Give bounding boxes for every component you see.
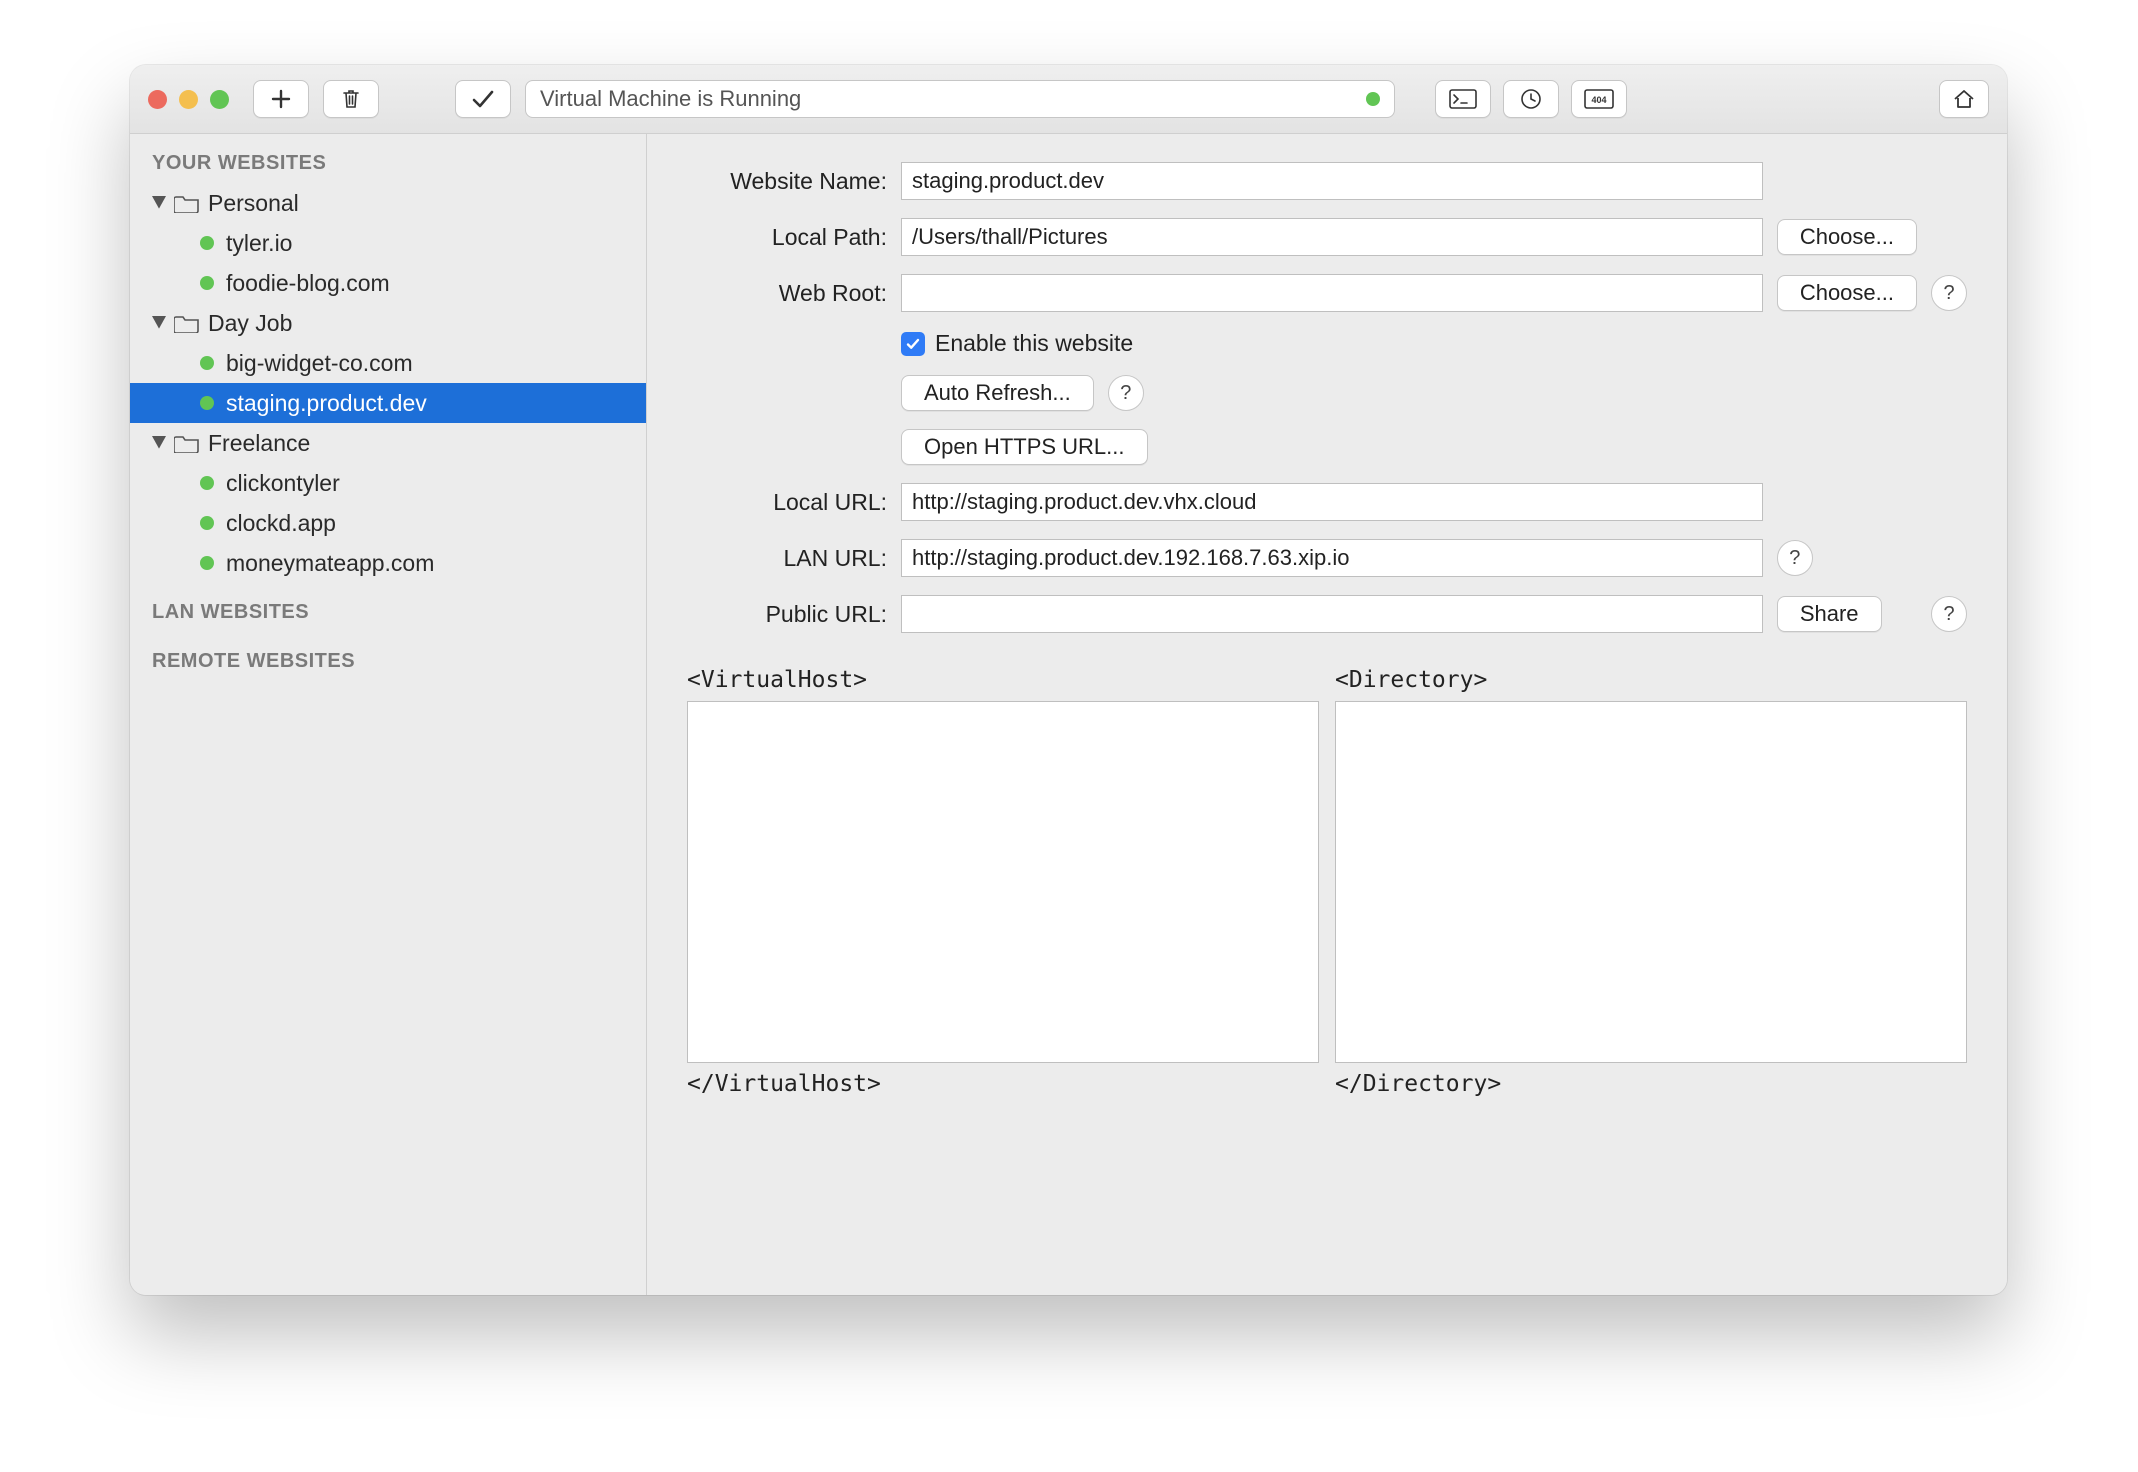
checkmark-icon xyxy=(905,336,921,352)
site-status-dot-icon xyxy=(200,356,214,370)
sidebar-folder-label: Day Job xyxy=(208,310,292,337)
sidebar: YOUR WEBSITES Personal tyler.io foodie-b… xyxy=(130,134,647,1295)
vm-status-indicator-icon xyxy=(1366,92,1380,106)
disclosure-triangle-icon xyxy=(152,436,166,450)
sidebar-folder-label: Personal xyxy=(208,190,299,217)
choose-local-path-button[interactable]: Choose... xyxy=(1777,219,1917,255)
titlebar: Virtual Machine is Running 404 xyxy=(130,65,2007,134)
enable-website-label: Enable this website xyxy=(935,330,1133,357)
label-public-url: Public URL: xyxy=(687,601,887,628)
sidebar-site-foodie-blog[interactable]: foodie-blog.com xyxy=(130,263,646,303)
site-status-dot-icon xyxy=(200,276,214,290)
virtualhost-open-tag: <VirtualHost> xyxy=(687,667,1319,693)
disclosure-triangle-icon xyxy=(152,316,166,330)
folder-icon xyxy=(174,433,200,453)
vm-status-text: Virtual Machine is Running xyxy=(540,86,801,112)
sidebar-site-label: tyler.io xyxy=(226,230,292,257)
404-page-icon: 404 xyxy=(1584,89,1614,109)
lan-url-input[interactable] xyxy=(901,539,1763,577)
toolbar-right-group: 404 xyxy=(1435,80,1627,118)
sidebar-site-label: foodie-blog.com xyxy=(226,270,390,297)
main-panel: Website Name: Local Path: Choose... Web … xyxy=(647,134,2007,1295)
apply-button[interactable] xyxy=(455,80,511,118)
plus-icon xyxy=(271,89,291,109)
app-window: Virtual Machine is Running 404 xyxy=(130,65,2007,1295)
sidebar-section-lan-websites: LAN WEBSITES xyxy=(130,583,646,632)
zoom-window-button[interactable] xyxy=(210,90,229,109)
choose-web-root-button[interactable]: Choose... xyxy=(1777,275,1917,311)
sidebar-section-remote-websites: REMOTE WEBSITES xyxy=(130,632,646,681)
home-icon xyxy=(1952,88,1976,110)
local-path-input[interactable] xyxy=(901,218,1763,256)
site-status-dot-icon xyxy=(200,236,214,250)
svg-text:404: 404 xyxy=(1591,95,1606,105)
sidebar-section-your-websites: YOUR WEBSITES xyxy=(130,134,646,183)
share-button[interactable]: Share xyxy=(1777,596,1882,632)
auto-refresh-button[interactable]: Auto Refresh... xyxy=(901,375,1094,411)
web-root-help-button[interactable]: ? xyxy=(1931,275,1967,311)
site-status-dot-icon xyxy=(200,476,214,490)
sidebar-site-label: moneymateapp.com xyxy=(226,550,434,577)
sidebar-site-tyler-io[interactable]: tyler.io xyxy=(130,223,646,263)
label-web-root: Web Root: xyxy=(687,280,887,307)
label-local-path: Local Path: xyxy=(687,224,887,251)
directory-close-tag: </Directory> xyxy=(1335,1071,1967,1097)
sidebar-site-clockd-app[interactable]: clockd.app xyxy=(130,503,646,543)
local-url-input[interactable] xyxy=(901,483,1763,521)
history-button[interactable] xyxy=(1503,80,1559,118)
minimize-window-button[interactable] xyxy=(179,90,198,109)
label-lan-url: LAN URL: xyxy=(687,545,887,572)
sidebar-site-label: big-widget-co.com xyxy=(226,350,413,377)
terminal-button[interactable] xyxy=(1435,80,1491,118)
folder-icon xyxy=(174,193,200,213)
directory-open-tag: <Directory> xyxy=(1335,667,1967,693)
web-root-input[interactable] xyxy=(901,274,1763,312)
site-status-dot-icon xyxy=(200,556,214,570)
public-url-help-button[interactable]: ? xyxy=(1931,596,1967,632)
website-name-input[interactable] xyxy=(901,162,1763,200)
site-status-dot-icon xyxy=(200,516,214,530)
sidebar-site-moneymateapp[interactable]: moneymateapp.com xyxy=(130,543,646,583)
sidebar-site-label: clockd.app xyxy=(226,510,336,537)
directory-textarea[interactable] xyxy=(1335,701,1967,1063)
terminal-icon xyxy=(1449,89,1477,109)
sidebar-folder-day-job[interactable]: Day Job xyxy=(130,303,646,343)
home-button[interactable] xyxy=(1939,80,1989,118)
sidebar-folder-label: Freelance xyxy=(208,430,310,457)
add-button[interactable] xyxy=(253,80,309,118)
sidebar-site-big-widget-co[interactable]: big-widget-co.com xyxy=(130,343,646,383)
close-window-button[interactable] xyxy=(148,90,167,109)
disclosure-triangle-icon xyxy=(152,196,166,210)
auto-refresh-help-button[interactable]: ? xyxy=(1108,375,1144,411)
label-local-url: Local URL: xyxy=(687,489,887,516)
folder-icon xyxy=(174,313,200,333)
virtualhost-textarea[interactable] xyxy=(687,701,1319,1063)
sidebar-folder-personal[interactable]: Personal xyxy=(130,183,646,223)
open-https-url-button[interactable]: Open HTTPS URL... xyxy=(901,429,1148,465)
error-page-button[interactable]: 404 xyxy=(1571,80,1627,118)
sidebar-site-label: clickontyler xyxy=(226,470,340,497)
sidebar-site-clickontyler[interactable]: clickontyler xyxy=(130,463,646,503)
delete-button[interactable] xyxy=(323,80,379,118)
clock-icon xyxy=(1520,88,1542,110)
label-website-name: Website Name: xyxy=(687,168,887,195)
public-url-input[interactable] xyxy=(901,595,1763,633)
checkmark-icon xyxy=(471,89,495,109)
sidebar-folder-freelance[interactable]: Freelance xyxy=(130,423,646,463)
virtualhost-close-tag: </VirtualHost> xyxy=(687,1071,1319,1097)
config-area: <VirtualHost> </VirtualHost> <Directory>… xyxy=(687,667,1967,1097)
vm-status-field[interactable]: Virtual Machine is Running xyxy=(525,80,1395,118)
window-controls xyxy=(148,90,229,109)
trash-icon xyxy=(341,88,361,110)
lan-url-help-button[interactable]: ? xyxy=(1777,540,1813,576)
site-status-dot-icon xyxy=(200,396,214,410)
enable-website-checkbox[interactable] xyxy=(901,332,925,356)
sidebar-site-staging-product-dev[interactable]: staging.product.dev xyxy=(130,383,646,423)
sidebar-site-label: staging.product.dev xyxy=(226,390,427,417)
